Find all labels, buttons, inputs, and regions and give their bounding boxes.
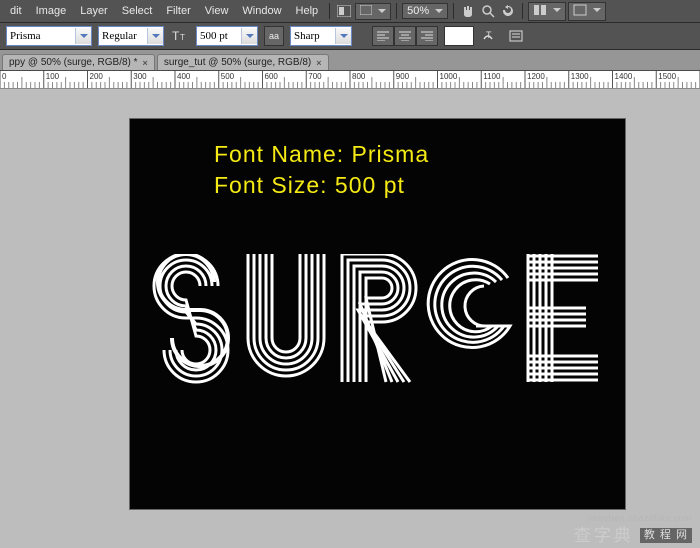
antialias-icon: aa	[264, 26, 284, 46]
options-bar: TT aa T	[0, 23, 700, 50]
menu-edit[interactable]: dit	[4, 3, 28, 19]
close-icon[interactable]: ×	[143, 58, 148, 68]
dropdown-button[interactable]	[75, 28, 91, 44]
info-line-1: Font Name: Prisma	[214, 139, 429, 170]
dropdown-button[interactable]	[241, 28, 257, 44]
svg-text:1400: 1400	[615, 72, 633, 81]
hand-tool-icon[interactable]	[459, 2, 477, 20]
character-panel-icon[interactable]	[506, 26, 526, 46]
dropdown-button[interactable]	[335, 28, 351, 44]
document-tabbar: ppy @ 50% (surge, RGB/8) * × surge_tut @…	[0, 50, 700, 71]
zoom-level-dropdown[interactable]: 50%	[402, 3, 448, 19]
screen-mode-2-dropdown[interactable]	[568, 2, 606, 21]
svg-text:200: 200	[90, 72, 104, 81]
font-size-input[interactable]	[197, 28, 241, 44]
type-size-icon: TT	[170, 26, 190, 46]
watermark-url: jiaochen.chazidian.com	[587, 513, 692, 523]
launch-bridge-icon[interactable]	[335, 2, 353, 20]
svg-text:300: 300	[133, 72, 147, 81]
svg-text:T: T	[486, 30, 492, 40]
tab-label: ppy @ 50% (surge, RGB/8) *	[9, 57, 138, 68]
horizontal-ruler[interactable]: 0 100 200 300 400 500 600 700 800 900 1000 1100 1200…	[0, 71, 700, 89]
main-menubar: dit Image Layer Select Filter View Windo…	[0, 0, 700, 23]
menu-image[interactable]: Image	[30, 3, 73, 19]
document-tab[interactable]: surge_tut @ 50% (surge, RGB/8) ×	[157, 54, 329, 70]
svg-text:0: 0	[2, 72, 7, 81]
svg-text:400: 400	[177, 72, 191, 81]
canvas-info-text: Font Name: Prisma Font Size: 500 pt	[214, 139, 429, 201]
menu-window[interactable]: Window	[236, 3, 287, 19]
menu-filter[interactable]: Filter	[160, 3, 196, 19]
menu-separator	[453, 3, 454, 19]
canvas[interactable]: Font Name: Prisma Font Size: 500 pt	[130, 119, 625, 509]
info-line-2: Font Size: 500 pt	[214, 170, 429, 201]
svg-text:1100: 1100	[483, 72, 501, 81]
close-icon[interactable]: ×	[316, 58, 321, 68]
svg-text:500: 500	[221, 72, 235, 81]
menu-select[interactable]: Select	[116, 3, 159, 19]
text-align-group	[372, 26, 438, 46]
menu-separator	[329, 3, 330, 19]
menu-layer[interactable]: Layer	[74, 3, 114, 19]
antialias-input[interactable]	[291, 28, 335, 44]
menu-separator	[396, 3, 397, 19]
ruler-ticks: 0 100 200 300 400 500 600 700 800 900 1000 1100 1200…	[0, 71, 700, 88]
svg-text:1000: 1000	[440, 72, 458, 81]
menu-help[interactable]: Help	[290, 3, 325, 19]
font-size-combo[interactable]	[196, 26, 258, 46]
svg-text:100: 100	[46, 72, 60, 81]
svg-text:T: T	[172, 29, 180, 43]
arrange-documents-dropdown[interactable]	[528, 2, 566, 21]
rotate-view-icon[interactable]	[499, 2, 517, 20]
svg-text:700: 700	[308, 72, 322, 81]
font-family-combo[interactable]	[6, 26, 92, 46]
watermark-brand: 查字典	[574, 527, 634, 544]
align-right-button[interactable]	[416, 26, 438, 46]
svg-text:1300: 1300	[571, 72, 589, 81]
tab-label: surge_tut @ 50% (surge, RGB/8)	[164, 57, 311, 68]
surge-text	[152, 254, 607, 407]
antialias-combo[interactable]	[290, 26, 352, 46]
font-style-combo[interactable]	[98, 26, 164, 46]
align-center-button[interactable]	[394, 26, 416, 46]
watermark: 查字典 教 程 网	[574, 527, 692, 544]
text-color-swatch[interactable]	[444, 26, 474, 46]
svg-text:1200: 1200	[527, 72, 545, 81]
menu-separator	[522, 3, 523, 19]
workspace[interactable]: Font Name: Prisma Font Size: 500 pt	[0, 89, 700, 548]
font-style-input[interactable]	[99, 28, 147, 44]
menu-view[interactable]: View	[199, 3, 235, 19]
svg-text:1500: 1500	[658, 72, 676, 81]
document-tab[interactable]: ppy @ 50% (surge, RGB/8) * ×	[2, 54, 155, 70]
warp-text-icon[interactable]: T	[480, 26, 500, 46]
svg-text:900: 900	[396, 72, 410, 81]
zoom-tool-icon[interactable]	[479, 2, 497, 20]
screen-mode-dropdown[interactable]	[355, 3, 391, 20]
dropdown-button[interactable]	[147, 28, 163, 44]
watermark-tag: 教 程 网	[640, 528, 692, 543]
svg-text:800: 800	[352, 72, 366, 81]
svg-text:600: 600	[265, 72, 279, 81]
font-family-input[interactable]	[7, 28, 75, 44]
align-left-button[interactable]	[372, 26, 394, 46]
svg-text:T: T	[180, 33, 185, 42]
